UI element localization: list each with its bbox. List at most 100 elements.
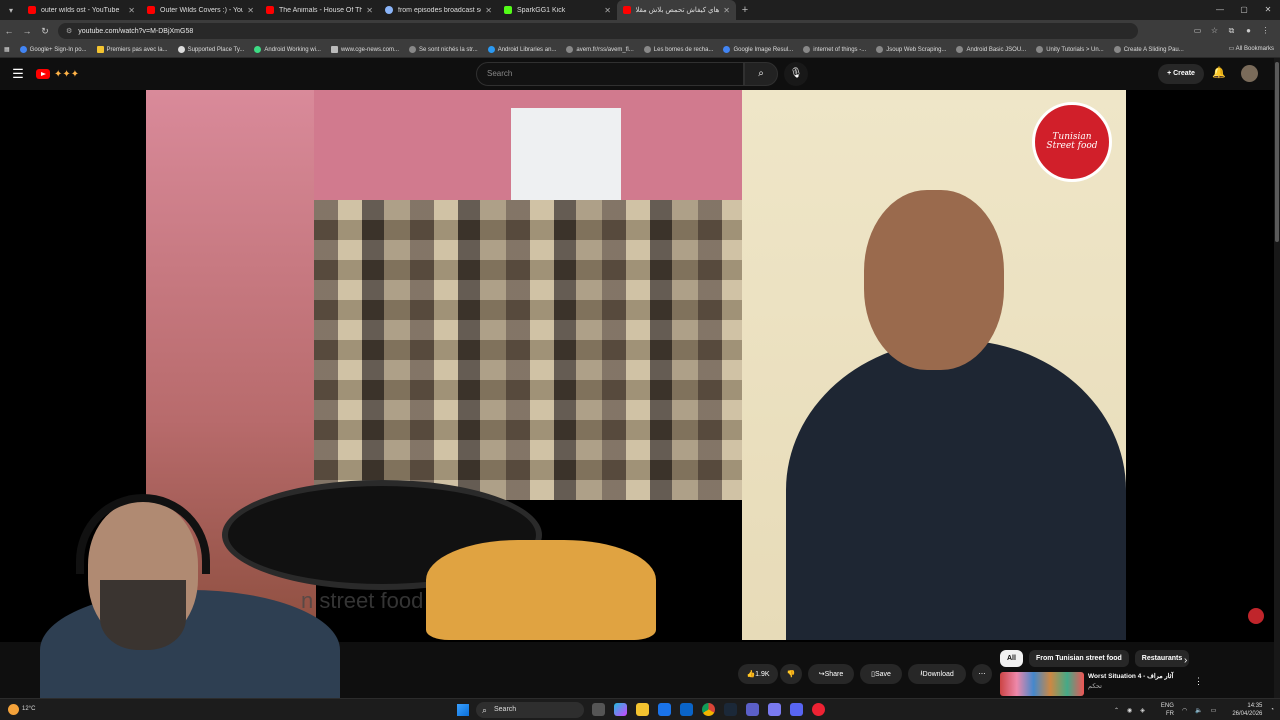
browser-tab-active[interactable]: هاي كيفاش تحمص بلاش مقلاة ✕ (617, 0, 736, 20)
weather-icon[interactable] (8, 704, 19, 715)
file-explorer-icon[interactable] (636, 703, 649, 716)
french-fries (426, 540, 656, 640)
mail-icon[interactable] (658, 703, 671, 716)
search-input[interactable]: Search (476, 62, 744, 86)
like-button[interactable]: 👍 1.9K (738, 664, 778, 684)
teams-icon[interactable] (746, 703, 759, 716)
chevron-right-icon[interactable]: › (1184, 655, 1187, 666)
chip-all[interactable]: All (1000, 650, 1023, 667)
hamburger-menu-icon[interactable]: ☰ (0, 66, 36, 82)
notifications-icon[interactable]: ◔ (1270, 707, 1274, 713)
bookmark-star-icon[interactable]: ☆ (1206, 26, 1223, 36)
search-button[interactable]: ⌕ (744, 62, 778, 86)
bookmark[interactable]: Google+ Sign-In po... (19, 46, 87, 53)
browser-tab[interactable]: Outer Wilds Covers :) - YouTube ✕ (141, 0, 260, 20)
menu-icon[interactable]: ⋮ (1257, 26, 1274, 36)
apps-icon[interactable]: ▦ (4, 46, 10, 53)
opera-icon[interactable] (812, 703, 825, 716)
save-button[interactable]: ▯ Save (860, 664, 902, 684)
share-button[interactable]: ↪ Share (808, 664, 854, 684)
site-icon (330, 46, 338, 53)
youtube-masthead: ☰ ✦✦✦ Search ⌕ 🎙 + Create 🔔 (0, 58, 1280, 90)
scrollbar-thumb[interactable] (1275, 62, 1279, 242)
url-input[interactable]: ⚙ youtube.com/watch?v=M-DBjXmG58 (58, 23, 1138, 39)
voice-search-button[interactable]: 🎙 (784, 62, 808, 86)
close-tab-icon[interactable]: ✕ (485, 6, 492, 15)
url-text: youtube.com/watch?v=M-DBjXmG58 (78, 27, 194, 35)
profile-icon[interactable]: ● (1240, 26, 1257, 36)
cast-icon[interactable]: ▭ (1189, 26, 1206, 36)
more-actions-button[interactable]: ⋯ (972, 664, 992, 684)
all-bookmarks[interactable]: ▭ All Bookmarks (1229, 45, 1274, 52)
youtube-play-icon (36, 69, 50, 79)
chip-restaurants[interactable]: Restaurants (1134, 650, 1190, 667)
recommended-thumbnail[interactable] (1000, 672, 1084, 696)
site-info-icon[interactable]: ⚙ (66, 27, 72, 35)
forward-icon[interactable]: → (18, 26, 36, 36)
browser-tab[interactable]: from episodes broadcast sched ✕ (379, 0, 498, 20)
close-tab-icon[interactable]: ✕ (366, 6, 373, 15)
close-tab-icon[interactable]: ✕ (247, 6, 254, 15)
close-tab-icon[interactable]: ✕ (128, 6, 135, 15)
browser-tab[interactable]: outer wilds ost - YouTube ✕ (22, 0, 141, 20)
discord-icon[interactable] (790, 703, 803, 716)
cook-body (786, 340, 1126, 640)
outlook-icon[interactable] (680, 703, 693, 716)
tray-app-icon[interactable]: ◉ (1127, 707, 1132, 714)
recommended-video[interactable]: Worst Situation 4 - آثار مراف تحكم (1000, 672, 1200, 696)
reload-icon[interactable]: ↻ (36, 26, 54, 37)
wifi-icon[interactable]: ◠ (1182, 707, 1187, 714)
recommended-title: Worst Situation 4 - آثار مراف (1088, 673, 1174, 680)
bookmark[interactable]: www.cge-news.com... (330, 46, 399, 53)
taskbar-search-input[interactable]: Search (476, 702, 584, 718)
headset-icon (76, 494, 210, 574)
avatar[interactable] (1241, 65, 1258, 82)
more-vertical-icon[interactable]: ⋮ (1194, 676, 1203, 687)
bookmark[interactable]: Unity Tutorials > Un... (1036, 46, 1104, 53)
chip-from-channel[interactable]: From Tunisian street food (1028, 650, 1129, 667)
new-tab-icon[interactable]: + (736, 4, 754, 16)
clock[interactable]: 14:35 26/04/2026 (1224, 702, 1262, 718)
bookmark[interactable]: Google Image Resul... (723, 46, 793, 53)
close-tab-icon[interactable]: ✕ (604, 6, 611, 15)
tray-app-icon[interactable]: ◈ (1140, 707, 1145, 714)
bookmark[interactable]: Android Libraries an... (487, 46, 556, 53)
language-indicator[interactable]: ENG FR (1153, 702, 1174, 718)
youtube-favicon-icon (28, 6, 36, 14)
volume-icon[interactable]: 🔈 (1195, 707, 1202, 714)
bookmark[interactable]: Android Basic JSOU... (956, 46, 1026, 53)
bookmark[interactable]: Android Working wi... (254, 46, 321, 53)
dislike-button[interactable]: 👎 (780, 664, 802, 684)
bookmark[interactable]: avem.fr/rss/avem_fl... (566, 46, 634, 53)
bookmark[interactable]: Supported Place Ty... (177, 46, 244, 53)
bookmark[interactable]: internet of things -... (803, 46, 866, 53)
copilot-icon[interactable] (614, 703, 627, 716)
youtube-logo[interactable]: ✦✦✦ (36, 69, 79, 80)
extensions-icon[interactable]: ⧉ (1223, 26, 1240, 36)
channel-watermark-icon[interactable] (1248, 608, 1264, 624)
notifications-bell-icon[interactable]: 🔔 (1212, 66, 1226, 79)
tray-chevron-icon[interactable]: ⌃ (1114, 707, 1119, 714)
minimize-icon[interactable]: — (1208, 0, 1232, 20)
windows-start-icon[interactable] (457, 704, 469, 716)
browser-tab[interactable]: The Animals - House Of The Ris ✕ (260, 0, 379, 20)
browser-tab[interactable]: SparkGG1 Kick ✕ (498, 0, 617, 20)
bookmark[interactable]: Jsoup Web Scraping... (876, 46, 946, 53)
create-button[interactable]: + Create (1158, 64, 1204, 84)
chrome-icon[interactable] (702, 703, 715, 716)
bookmark[interactable]: Create A Sliding Pau... (1113, 46, 1184, 53)
steam-icon[interactable] (724, 703, 737, 716)
bookmark[interactable]: Se sont nichés la str... (409, 46, 478, 53)
back-icon[interactable]: ← (0, 26, 18, 36)
battery-icon[interactable]: ▭ (1211, 707, 1217, 714)
tab-search-icon[interactable]: ▾ (0, 0, 22, 20)
bookmark[interactable]: Les bornes de recha... (643, 46, 713, 53)
download-button[interactable]: ⭳ Download (908, 664, 966, 684)
close-tab-icon[interactable]: ✕ (723, 6, 730, 15)
maximize-icon[interactable]: ▢ (1232, 0, 1256, 20)
system-tray: ⌃ ◉ ◈ ENG FR ◠ 🔈 ▭ 14:35 26/04/2026 ◔ (1106, 702, 1274, 718)
bookmark[interactable]: Premiers pas avec la... (96, 46, 168, 53)
close-window-icon[interactable]: ✕ (1256, 0, 1280, 20)
store-icon[interactable] (768, 703, 781, 716)
task-view-icon[interactable] (592, 703, 605, 716)
